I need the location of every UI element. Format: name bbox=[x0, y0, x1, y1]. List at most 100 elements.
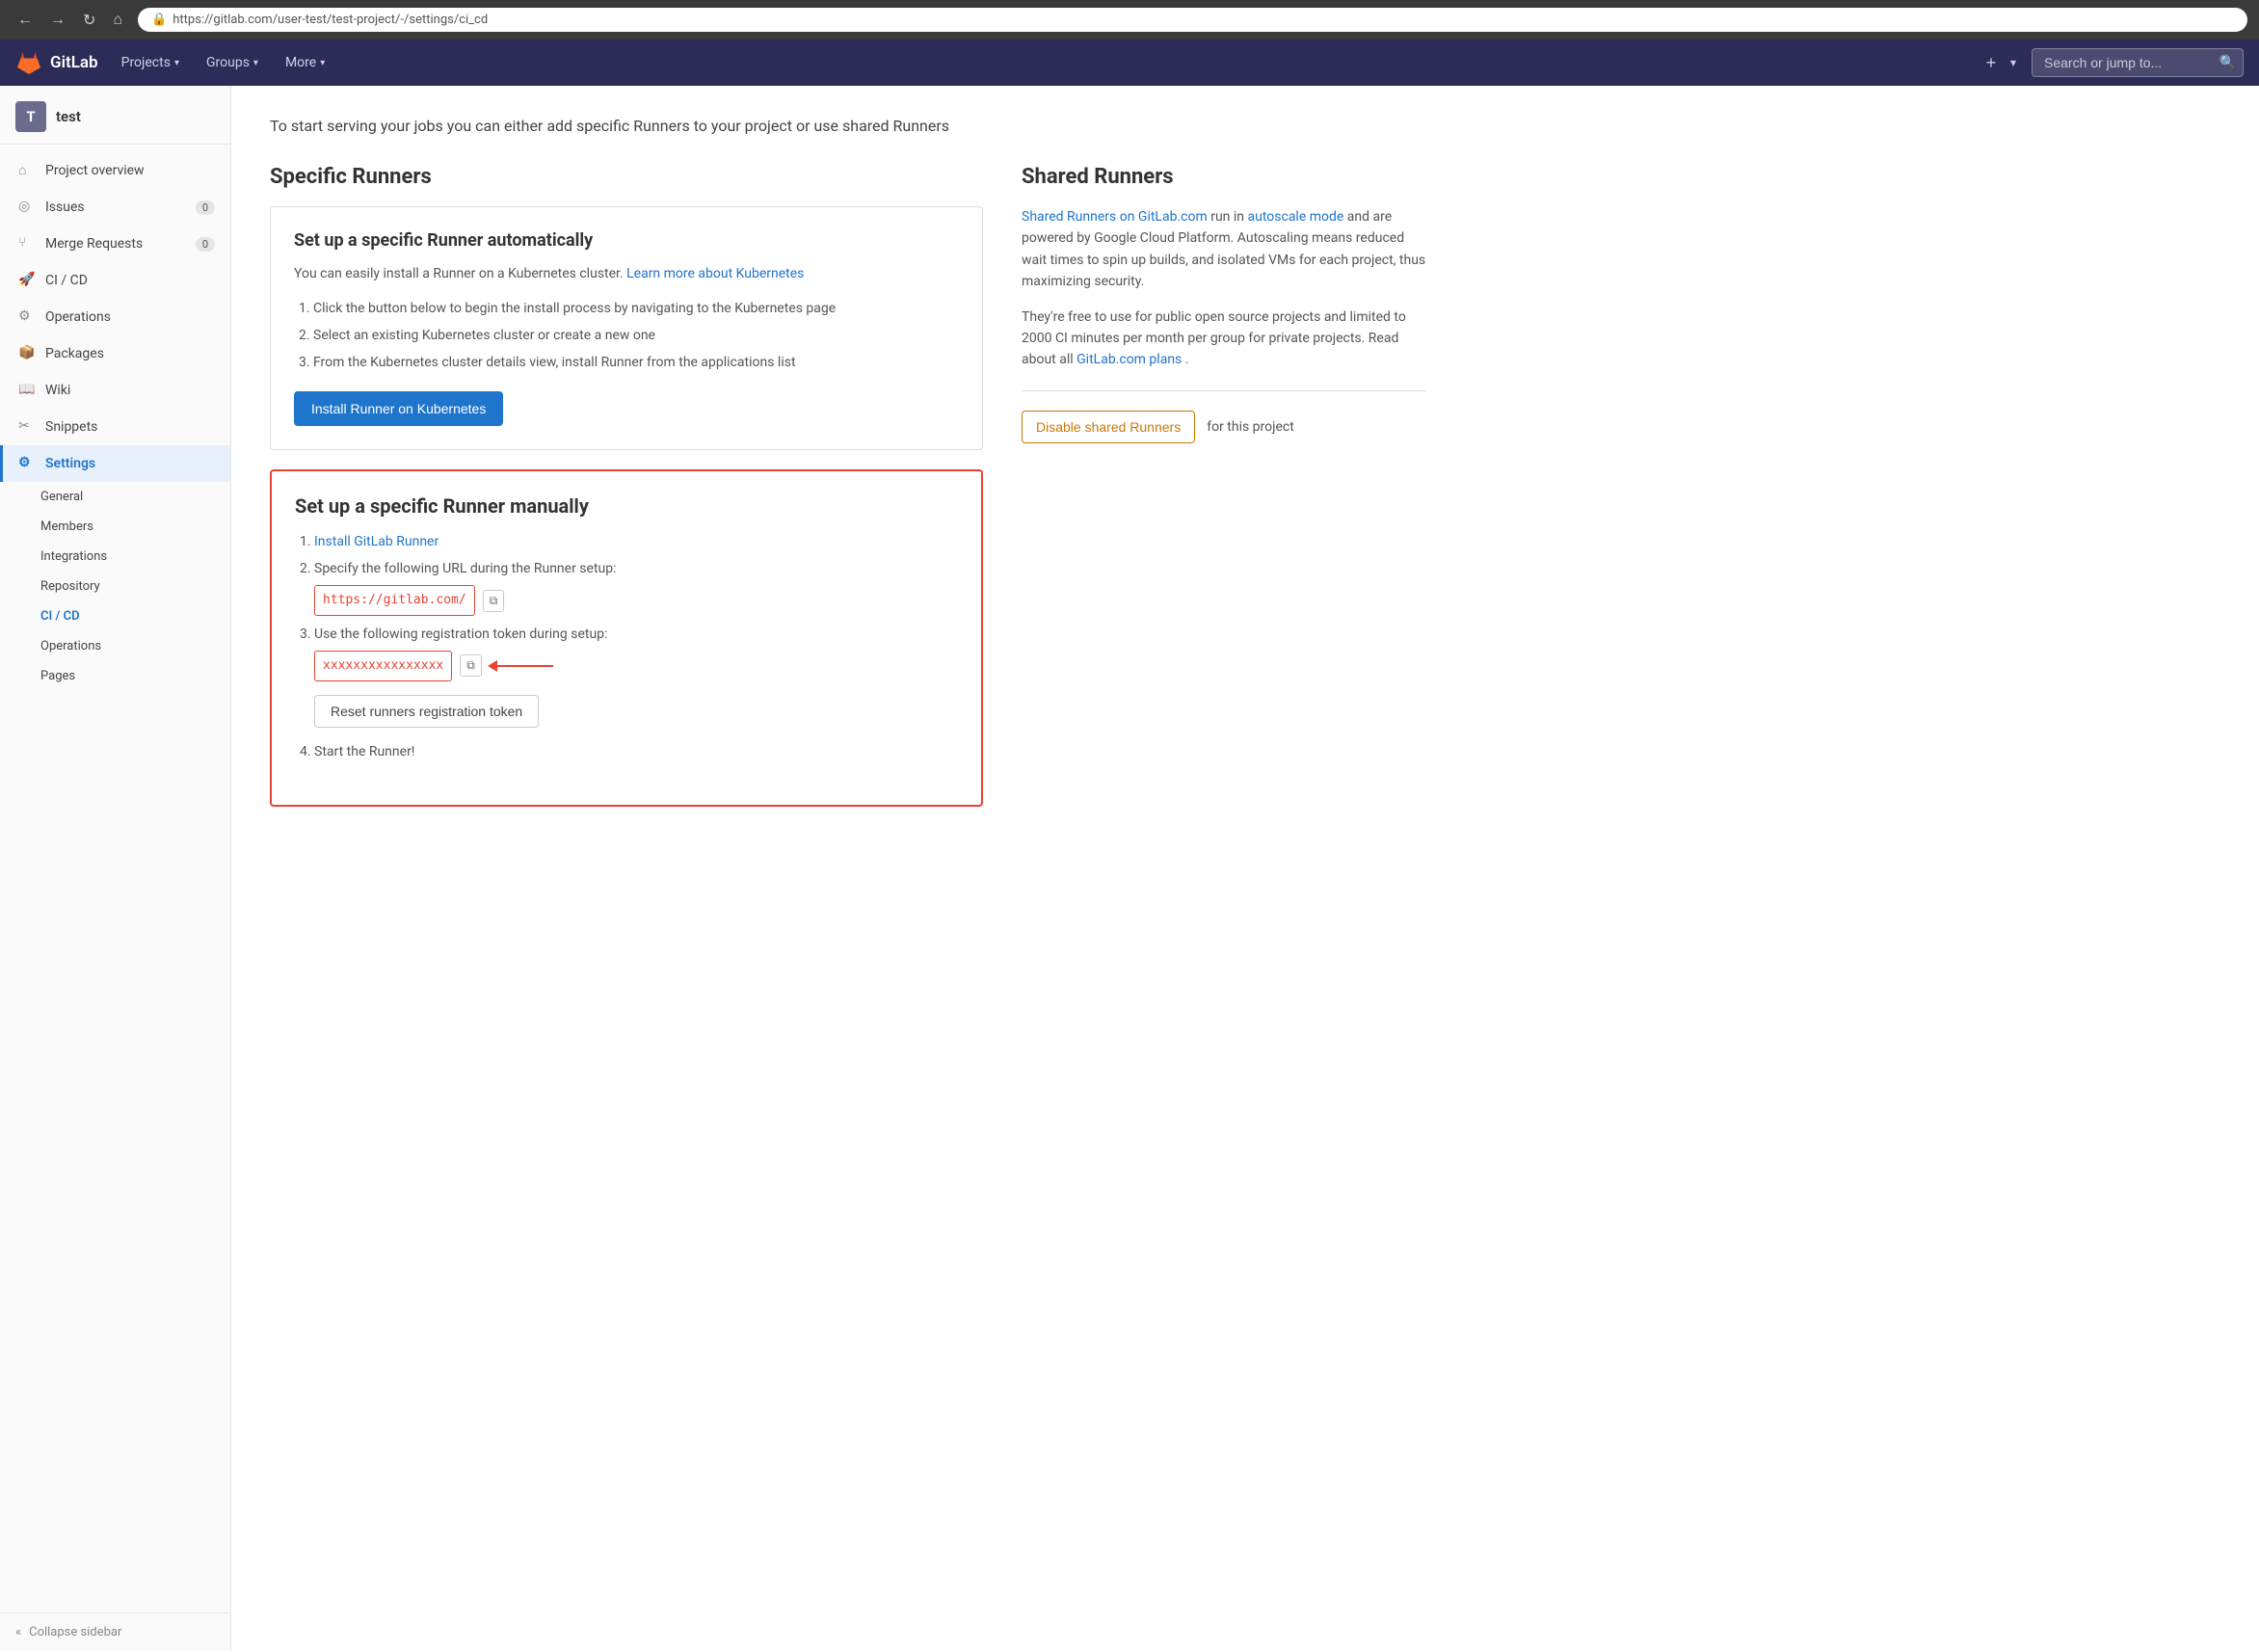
gitlab-plans-link[interactable]: GitLab.com plans bbox=[1076, 352, 1185, 367]
forward-button[interactable]: → bbox=[44, 9, 71, 32]
sidebar-item-issues[interactable]: ◎ Issues 0 bbox=[0, 189, 230, 226]
snippet-icon: ✂ bbox=[18, 418, 36, 436]
search-wrapper: 🔍 bbox=[2032, 48, 2244, 77]
auto-runner-description: You can easily install a Runner on a Kub… bbox=[294, 264, 959, 284]
auto-step-3: From the Kubernetes cluster details view… bbox=[313, 352, 959, 375]
arrow-indicator bbox=[495, 665, 553, 667]
sidebar-item-settings[interactable]: ⚙ Settings bbox=[0, 445, 230, 482]
auto-step-1: Click the button below to begin the inst… bbox=[313, 298, 959, 321]
auto-runner-card: Set up a specific Runner automatically Y… bbox=[270, 206, 983, 450]
sidebar-nav: ⌂ Project overview ◎ Issues 0 ⑂ Merge Re… bbox=[0, 145, 230, 699]
autoscale-mode-link[interactable]: autoscale mode bbox=[1248, 209, 1347, 225]
wiki-icon: 📖 bbox=[18, 382, 36, 399]
manual-runner-card: Set up a specific Runner manually Instal… bbox=[270, 469, 983, 806]
ops-icon: ⚙ bbox=[18, 308, 36, 326]
runners-grid: Specific Runners Set up a specific Runne… bbox=[270, 165, 1426, 826]
back-button[interactable]: ← bbox=[12, 9, 39, 32]
sidebar-item-snippets[interactable]: ✂ Snippets bbox=[0, 409, 230, 445]
groups-chevron: ▾ bbox=[253, 58, 258, 68]
install-gitlab-runner-link[interactable]: Install GitLab Runner bbox=[314, 534, 439, 549]
manual-runner-title: Set up a specific Runner manually bbox=[295, 494, 958, 518]
manual-step-2: Specify the following URL during the Run… bbox=[314, 558, 958, 616]
address-bar[interactable]: 🔒 https://gitlab.com/user-test/test-proj… bbox=[138, 8, 2247, 32]
auto-step-2: Select an existing Kubernetes cluster or… bbox=[313, 325, 959, 348]
groups-nav-item[interactable]: Groups ▾ bbox=[195, 40, 270, 86]
auto-runner-title: Set up a specific Runner automatically bbox=[294, 230, 959, 251]
sidebar-sub-item-integrations[interactable]: Integrations bbox=[0, 542, 230, 572]
manual-runner-steps: Install GitLab Runner Specify the follow… bbox=[295, 531, 958, 763]
house-icon: ⌂ bbox=[18, 162, 36, 179]
manual-step-4: Start the Runner! bbox=[314, 741, 958, 764]
disable-shared-runners-button[interactable]: Disable shared Runners bbox=[1022, 411, 1195, 443]
sidebar-sub-item-ci-cd[interactable]: CI / CD bbox=[0, 601, 230, 631]
projects-nav-item[interactable]: Projects ▾ bbox=[110, 40, 191, 86]
kubernetes-learn-more-link[interactable]: Learn more about Kubernetes bbox=[626, 266, 804, 281]
sidebar-item-ci-cd[interactable]: 🚀 CI / CD bbox=[0, 262, 230, 299]
collapse-icon: « bbox=[15, 1625, 21, 1639]
sidebar-sub-item-members[interactable]: Members bbox=[0, 512, 230, 542]
home-button[interactable]: ⌂ bbox=[107, 9, 128, 32]
sidebar-item-merge-requests[interactable]: ⑂ Merge Requests 0 bbox=[0, 226, 230, 262]
sidebar-sub-item-general[interactable]: General bbox=[0, 482, 230, 512]
shared-runners-gitlab-link[interactable]: Shared Runners on GitLab.com bbox=[1022, 209, 1210, 225]
shared-runners-column: Shared Runners Shared Runners on GitLab.… bbox=[1022, 165, 1426, 826]
auto-runner-steps: Click the button below to begin the inst… bbox=[294, 298, 959, 374]
url-text: https://gitlab.com/user-test/test-projec… bbox=[173, 13, 488, 27]
lock-icon: 🔒 bbox=[151, 13, 167, 27]
url-row: https://gitlab.com/ ⧉ bbox=[314, 585, 958, 616]
browser-nav-buttons: ← → ↻ ⌂ bbox=[12, 9, 128, 32]
reset-token-button[interactable]: Reset runners registration token bbox=[314, 695, 539, 728]
shared-runners-section: Shared Runners on GitLab.com run in auto… bbox=[1022, 206, 1426, 443]
specific-runners-column: Specific Runners Set up a specific Runne… bbox=[270, 165, 983, 826]
issue-icon: ◎ bbox=[18, 199, 36, 216]
copy-url-button[interactable]: ⧉ bbox=[483, 590, 505, 612]
shared-runners-title: Shared Runners bbox=[1022, 165, 1426, 189]
more-chevron: ▾ bbox=[320, 58, 325, 68]
search-input[interactable] bbox=[2032, 48, 2244, 77]
issues-badge: 0 bbox=[196, 200, 215, 215]
new-item-button[interactable]: + bbox=[1976, 47, 2007, 78]
intro-text: To start serving your jobs you can eithe… bbox=[270, 115, 1060, 138]
manual-step-1: Install GitLab Runner bbox=[314, 531, 958, 554]
search-icon: 🔍 bbox=[2219, 55, 2236, 70]
new-item-chevron[interactable]: ▾ bbox=[2010, 56, 2016, 69]
browser-chrome: ← → ↻ ⌂ 🔒 https://gitlab.com/user-test/t… bbox=[0, 0, 2259, 40]
sidebar-sub-item-pages[interactable]: Pages bbox=[0, 661, 230, 691]
merge-badge: 0 bbox=[196, 237, 215, 252]
sidebar: T test ⌂ Project overview ◎ Issues 0 ⑂ M… bbox=[0, 86, 231, 1651]
copy-token-button[interactable]: ⧉ bbox=[460, 654, 482, 677]
projects-chevron: ▾ bbox=[174, 58, 179, 68]
manual-step-3: Use the following registration token dur… bbox=[314, 624, 958, 737]
project-name: test bbox=[56, 108, 81, 125]
disable-runners-suffix: for this project bbox=[1207, 419, 1294, 435]
install-runner-kubernetes-button[interactable]: Install Runner on Kubernetes bbox=[294, 391, 503, 426]
gitlab-logo[interactable]: GitLab bbox=[15, 49, 98, 76]
reset-token-wrapper: Reset runners registration token bbox=[314, 685, 958, 737]
settings-icon: ⚙ bbox=[18, 455, 36, 472]
rocket-icon: 🚀 bbox=[18, 272, 36, 289]
main-content: To start serving your jobs you can eithe… bbox=[231, 86, 2259, 1651]
app-layout: T test ⌂ Project overview ◎ Issues 0 ⑂ M… bbox=[0, 86, 2259, 1651]
merge-icon: ⑂ bbox=[18, 235, 36, 253]
gitlab-logo-icon bbox=[15, 49, 42, 76]
runner-token-value: xxxxxxxxxxxxxxxx bbox=[314, 651, 452, 681]
token-wrapper: xxxxxxxxxxxxxxxx ⧉ bbox=[314, 651, 958, 681]
sidebar-item-wiki[interactable]: 📖 Wiki bbox=[0, 372, 230, 409]
shared-runners-divider bbox=[1022, 390, 1426, 391]
package-icon: 📦 bbox=[18, 345, 36, 362]
refresh-button[interactable]: ↻ bbox=[77, 9, 101, 32]
sidebar-item-operations[interactable]: ⚙ Operations bbox=[0, 299, 230, 335]
specific-runners-title: Specific Runners bbox=[270, 165, 983, 189]
sidebar-sub-item-repository[interactable]: Repository bbox=[0, 572, 230, 601]
project-avatar: T bbox=[15, 101, 46, 132]
collapse-sidebar-button[interactable]: « Collapse sidebar bbox=[0, 1612, 230, 1651]
sidebar-item-project-overview[interactable]: ⌂ Project overview bbox=[0, 152, 230, 189]
runner-url-value: https://gitlab.com/ bbox=[314, 585, 475, 616]
top-nav: GitLab Projects ▾ Groups ▾ More ▾ + ▾ 🔍 bbox=[0, 40, 2259, 86]
more-nav-item[interactable]: More ▾ bbox=[274, 40, 336, 86]
shared-runners-para1: Shared Runners on GitLab.com run in auto… bbox=[1022, 206, 1426, 293]
shared-runners-para2: They're free to use for public open sour… bbox=[1022, 306, 1426, 371]
sidebar-item-packages[interactable]: 📦 Packages bbox=[0, 335, 230, 372]
project-header: T test bbox=[0, 86, 230, 145]
sidebar-sub-item-operations[interactable]: Operations bbox=[0, 631, 230, 661]
